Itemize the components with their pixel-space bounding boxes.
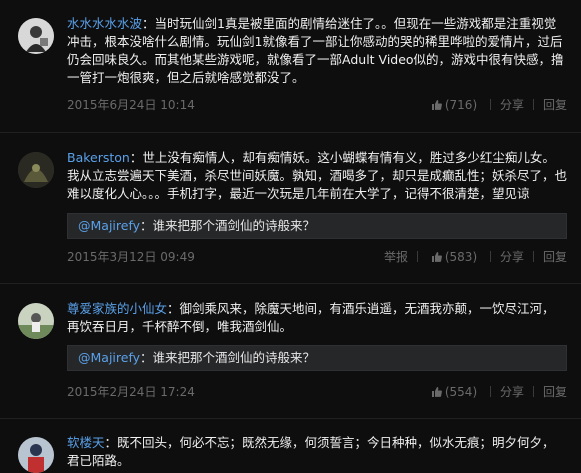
like-button[interactable]: (554) bbox=[431, 385, 481, 399]
report-button[interactable]: 举报 bbox=[384, 250, 408, 264]
comment-text: 世上没有痴情人，却有痴情妖。这小蝴蝶有情有义，胜过多少红尘痴儿女。我从立志尝遍天… bbox=[67, 150, 568, 201]
comment-separator bbox=[0, 418, 581, 419]
share-button[interactable]: 分享 bbox=[500, 385, 524, 399]
like-button[interactable]: (716) bbox=[431, 98, 481, 112]
comment-username[interactable]: 软楼天 bbox=[67, 435, 105, 450]
quote-text: 谁来把那个酒剑仙的诗般来？ bbox=[152, 350, 316, 365]
thumbs-up-icon bbox=[431, 387, 442, 397]
divider bbox=[489, 386, 491, 397]
comment-date: 2015年2月24日 17:24 bbox=[67, 385, 195, 399]
comment-date: 2015年3月12日 09:49 bbox=[67, 250, 195, 264]
comment-username[interactable]: 水水水水水波 bbox=[67, 16, 142, 31]
avatar-image bbox=[18, 437, 54, 473]
username-colon: ： bbox=[104, 435, 118, 450]
comment-date: 2015年6月24日 10:14 bbox=[67, 98, 195, 112]
comment-username[interactable]: 尊爱家族的小仙女 bbox=[67, 301, 167, 316]
share-button[interactable]: 分享 bbox=[500, 250, 524, 264]
username-colon: ： bbox=[142, 16, 155, 31]
avatar-image bbox=[18, 303, 54, 339]
quote-colon: ： bbox=[140, 350, 153, 365]
username-colon: ： bbox=[167, 301, 180, 316]
avatar-image bbox=[18, 152, 54, 188]
comment-username[interactable]: Bakerston bbox=[67, 150, 130, 165]
user-avatar[interactable] bbox=[18, 18, 54, 54]
quote-text: 谁来把那个酒剑仙的诗般来？ bbox=[152, 218, 316, 233]
comment-separator bbox=[0, 132, 581, 133]
quote-colon: ： bbox=[140, 218, 153, 233]
quoted-comment: @Majirefy：谁来把那个酒剑仙的诗般来？ bbox=[67, 213, 567, 239]
username-colon: ： bbox=[129, 150, 143, 165]
divider bbox=[532, 251, 534, 262]
divider bbox=[417, 251, 419, 262]
reply-button[interactable]: 回复 bbox=[543, 98, 567, 112]
reply-button[interactable]: 回复 bbox=[543, 250, 567, 264]
user-avatar[interactable] bbox=[18, 152, 54, 188]
like-count: (583) bbox=[444, 250, 478, 264]
divider bbox=[532, 99, 534, 110]
quote-username[interactable]: @Majirefy bbox=[78, 350, 140, 365]
thumbs-up-icon bbox=[431, 252, 442, 262]
quoted-comment: @Majirefy：谁来把那个酒剑仙的诗般来？ bbox=[67, 345, 567, 371]
comment-separator bbox=[0, 283, 581, 284]
quote-username[interactable]: @Majirefy bbox=[78, 218, 140, 233]
divider bbox=[489, 251, 491, 262]
like-count: (554) bbox=[444, 385, 478, 399]
like-count: (716) bbox=[444, 98, 478, 112]
thumbs-up-icon bbox=[431, 100, 442, 110]
share-button[interactable]: 分享 bbox=[500, 98, 524, 112]
divider bbox=[489, 99, 491, 110]
user-avatar[interactable] bbox=[18, 437, 54, 473]
divider bbox=[532, 386, 534, 397]
like-button[interactable]: (583) bbox=[427, 250, 481, 264]
comment-text: 既不回头，何必不忘；既然无缘，何须誓言；今日种种，似水无痕；明夕何夕，君已陌路。 bbox=[67, 435, 555, 468]
user-avatar[interactable] bbox=[18, 303, 54, 339]
avatar-image bbox=[18, 18, 54, 54]
reply-button[interactable]: 回复 bbox=[543, 385, 567, 399]
